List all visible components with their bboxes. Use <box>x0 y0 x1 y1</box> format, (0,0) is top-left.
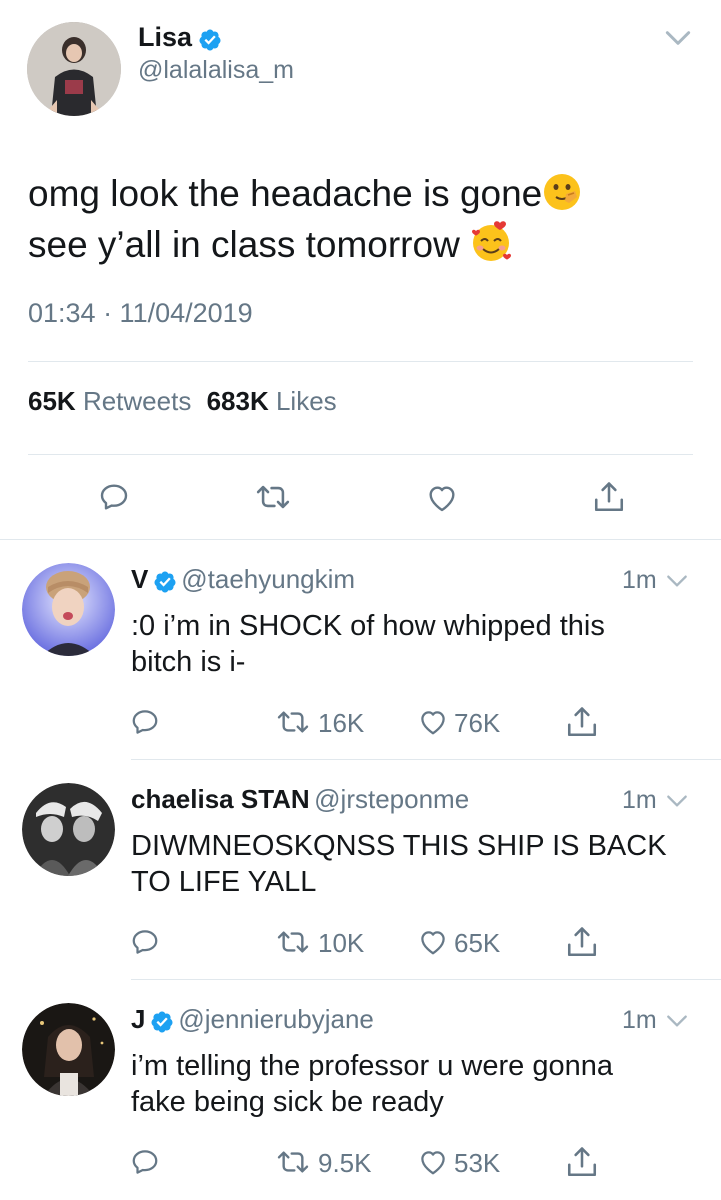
retweet-count: 16K <box>318 708 365 738</box>
retweet-count: 9.5K <box>318 1148 372 1178</box>
reply-icon[interactable] <box>130 1147 160 1177</box>
avatar-j[interactable] <box>22 1003 115 1096</box>
reply-text: i’m telling the professor u were gonna f… <box>131 1048 613 1120</box>
reply-author-name[interactable]: J <box>131 1004 145 1034</box>
divider <box>131 979 721 980</box>
avatar-lisa-image <box>27 22 121 116</box>
retweets-count: 65K <box>28 386 76 416</box>
like-count: 53K <box>454 1148 501 1178</box>
tweet-timestamp[interactable]: 01:34 · 11/04/2019 <box>28 298 253 329</box>
tweet-text-line2: see y’all in class tomorrow <box>28 219 582 270</box>
engagement-stats: 65K Retweets 683K Likes <box>28 386 337 417</box>
reply-text: :0 i’m in SHOCK of how whipped this bitc… <box>131 608 605 680</box>
reply-author-row: J @jennierubyjane <box>131 1004 374 1036</box>
like-icon[interactable] <box>418 927 448 957</box>
divider <box>131 759 721 760</box>
chevron-down-icon[interactable] <box>664 788 690 814</box>
retweets-stat[interactable]: 65K Retweets <box>28 386 191 416</box>
reply-text-line1: i’m telling the professor u were gonna <box>131 1050 613 1082</box>
verified-badge-icon <box>198 28 222 52</box>
reply-icon[interactable] <box>130 927 160 957</box>
reply-author-handle[interactable]: @taehyungkim <box>181 564 355 594</box>
author-name-row: Lisa <box>138 22 222 56</box>
share-icon[interactable] <box>592 480 626 514</box>
reply-author-handle[interactable]: @jennierubyjane <box>178 1004 374 1034</box>
retweet-icon[interactable] <box>277 1146 309 1178</box>
likes-stat[interactable]: 683K Likes <box>207 386 337 416</box>
reply-author-handle[interactable]: @jrsteponme <box>314 784 469 814</box>
verified-badge-icon <box>153 570 177 594</box>
avatar-chaelisa-stan-image <box>22 783 115 876</box>
avatar-j-image <box>22 1003 115 1096</box>
tweet-text: omg look the headache is gone see y’all … <box>28 169 582 270</box>
like-icon[interactable] <box>426 482 458 514</box>
reply-author-name[interactable]: V <box>131 564 148 594</box>
retweets-label: Retweets <box>82 386 192 416</box>
chevron-down-icon[interactable] <box>664 568 690 594</box>
avatar-v[interactable] <box>22 563 115 656</box>
author-handle[interactable]: @lalalalisa_m <box>138 56 294 85</box>
retweet-count: 10K <box>318 928 365 958</box>
like-icon[interactable] <box>418 1147 448 1177</box>
chevron-down-icon[interactable] <box>662 22 694 54</box>
reply-time[interactable]: 1m <box>622 786 657 815</box>
divider <box>28 454 693 455</box>
reply-time[interactable]: 1m <box>622 566 657 595</box>
avatar-v-image <box>22 563 115 656</box>
retweet-icon[interactable] <box>277 706 309 738</box>
divider <box>0 539 721 540</box>
reply-text-line1: :0 i’m in SHOCK of how whipped this <box>131 610 605 642</box>
smiling-face-with-hearts-emoji-icon <box>472 221 512 261</box>
retweet-icon[interactable] <box>277 926 309 958</box>
reply-text: DIWMNEOSKQNSS THIS SHIP IS BACK TO LIFE … <box>131 828 667 900</box>
reply-icon[interactable] <box>130 707 160 737</box>
like-count: 76K <box>454 708 501 738</box>
shushing-face-emoji-icon <box>544 174 581 210</box>
tweet-text-line1: omg look the headache is gone <box>28 169 582 219</box>
share-icon[interactable] <box>565 1145 599 1179</box>
reply-time[interactable]: 1m <box>622 1006 657 1035</box>
reply-author-name[interactable]: chaelisa STAN <box>131 784 310 814</box>
reply-icon[interactable] <box>98 481 130 513</box>
avatar-lisa[interactable] <box>27 22 121 116</box>
likes-label: Likes <box>275 386 337 416</box>
share-icon[interactable] <box>565 705 599 739</box>
verified-badge-icon <box>150 1010 174 1034</box>
retweet-icon[interactable] <box>256 480 290 514</box>
reply-text-line2: bitch is i- <box>131 646 246 678</box>
reply-author-row: V @taehyungkim <box>131 564 355 596</box>
reply-text-line1: DIWMNEOSKQNSS THIS SHIP IS BACK <box>131 830 667 862</box>
reply-author-row: chaelisa STAN @jrsteponme <box>131 784 469 816</box>
share-icon[interactable] <box>565 925 599 959</box>
reply-text-line2: fake being sick be ready <box>131 1086 444 1118</box>
divider <box>28 361 693 362</box>
reply-text-line2: TO LIFE YALL <box>131 866 317 898</box>
chevron-down-icon[interactable] <box>664 1008 690 1034</box>
like-count: 65K <box>454 928 501 958</box>
like-icon[interactable] <box>418 707 448 737</box>
avatar-chaelisa-stan[interactable] <box>22 783 115 876</box>
author-name[interactable]: Lisa <box>138 22 192 52</box>
likes-count: 683K <box>206 386 269 416</box>
